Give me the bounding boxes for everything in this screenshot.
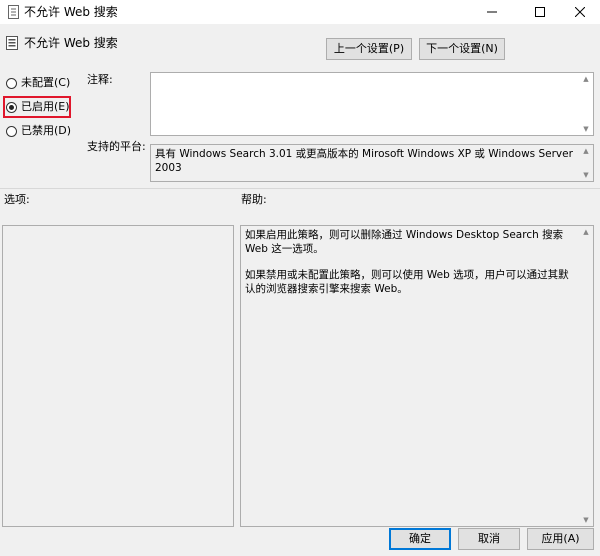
close-button[interactable]	[562, 0, 598, 24]
scroll-down-icon[interactable]: ▼	[583, 514, 588, 526]
comment-textarea[interactable]: ▲ ▼	[150, 72, 594, 136]
platform-label: 支持的平台:	[87, 140, 146, 153]
policy-setting-icon	[6, 36, 18, 50]
comment-scrollbar[interactable]: ▲ ▼	[579, 73, 593, 135]
scroll-up-icon[interactable]: ▲	[583, 145, 588, 157]
radio-not-configured[interactable]: 未配置(C)	[6, 74, 70, 92]
scroll-down-icon[interactable]: ▼	[583, 123, 588, 135]
help-paragraph: 如果启用此策略，则可以删除通过 Windows Desktop Search 搜…	[245, 229, 564, 255]
maximize-icon	[535, 7, 545, 17]
platform-value: 具有 Windows Search 3.01 或更高版本的 Mirosoft W…	[155, 148, 573, 174]
apply-button[interactable]: 应用(A)	[527, 528, 594, 550]
selection-highlight	[3, 96, 71, 118]
help-label: 帮助:	[241, 193, 267, 206]
policy-doc-icon	[8, 5, 19, 19]
help-text: 如果启用此策略，则可以删除通过 Windows Desktop Search 搜…	[241, 226, 593, 310]
help-paragraph: 如果禁用或未配置此策略，则可以使用 Web 选项，用户可以通过其默认的浏览器搜索…	[245, 269, 569, 295]
policy-name: 不允许 Web 搜索	[24, 36, 118, 50]
previous-setting-button[interactable]: 上一个设置(P)	[326, 38, 412, 60]
help-scrollbar[interactable]: ▲ ▼	[579, 226, 593, 526]
minimize-icon	[487, 11, 497, 13]
cancel-button[interactable]: 取消	[458, 528, 520, 550]
platform-box: 具有 Windows Search 3.01 或更高版本的 Mirosoft W…	[150, 144, 594, 182]
scroll-up-icon[interactable]: ▲	[583, 73, 588, 85]
maximize-button[interactable]	[522, 0, 558, 24]
window-title: 不允许 Web 搜索	[24, 5, 118, 19]
section-divider	[0, 188, 600, 189]
scroll-up-icon[interactable]: ▲	[583, 226, 588, 238]
comment-value	[151, 73, 593, 77]
title-bar: 不允许 Web 搜索	[0, 0, 600, 24]
radio-circle	[6, 77, 17, 89]
radio-label: 已禁用(D)	[21, 124, 72, 137]
close-icon	[575, 7, 585, 17]
radio-circle	[6, 125, 17, 137]
ok-button[interactable]: 确定	[389, 528, 451, 550]
options-label: 选项:	[4, 193, 30, 206]
options-panel	[2, 225, 234, 527]
platform-scrollbar[interactable]: ▲ ▼	[579, 145, 593, 181]
next-setting-button[interactable]: 下一个设置(N)	[419, 38, 505, 60]
comment-label: 注释:	[87, 73, 113, 86]
scroll-down-icon[interactable]: ▼	[583, 169, 588, 181]
radio-disabled[interactable]: 已禁用(D)	[6, 122, 71, 140]
radio-label: 未配置(C)	[21, 76, 71, 89]
minimize-button[interactable]	[474, 0, 510, 24]
help-panel: 如果启用此策略，则可以删除通过 Windows Desktop Search 搜…	[240, 225, 594, 527]
